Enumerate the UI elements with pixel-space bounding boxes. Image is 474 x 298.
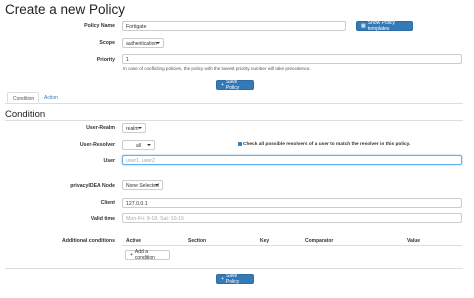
save-icon: + xyxy=(221,276,224,282)
valid-time-input[interactable]: Mon-Fri: 9-18, Sat: 10-15 xyxy=(122,213,462,223)
tab-action[interactable]: Action xyxy=(39,92,65,103)
scope-select[interactable]: authentication xyxy=(122,38,164,48)
priority-label: Priority xyxy=(96,57,115,63)
add-condition-label: Add a condition xyxy=(134,249,155,261)
privacyidea-node-select[interactable]: None Selected xyxy=(122,180,163,190)
page-title: Create a new Policy xyxy=(5,2,126,17)
user-resolver-label: User-Resolver xyxy=(79,142,115,148)
policy-name-input[interactable]: Fortigate xyxy=(122,21,346,31)
column-key: Key xyxy=(260,238,270,244)
user-input[interactable]: user1, user2 xyxy=(122,155,462,165)
client-label: Client xyxy=(100,200,115,206)
caret-down-icon xyxy=(155,184,159,186)
user-realm-label: User-Realm xyxy=(86,125,115,131)
show-policy-templates-button[interactable]: ▦ Show Policy templates xyxy=(356,20,413,32)
additional-conditions-label: Additional conditions xyxy=(61,238,115,244)
add-condition-button[interactable]: + Add a condition xyxy=(125,249,170,261)
user-resolver-select[interactable]: all xyxy=(122,140,155,150)
user-label: User xyxy=(103,158,115,164)
caret-down-icon xyxy=(156,42,160,44)
save-policy-button-bottom[interactable]: + Save Policy xyxy=(216,273,254,285)
caret-down-icon xyxy=(147,144,151,146)
table-header-divider xyxy=(122,245,462,246)
valid-time-label: Valid time xyxy=(90,216,115,222)
check-all-resolvers-checkbox[interactable] xyxy=(238,142,242,146)
templates-icon: ▦ xyxy=(361,23,366,29)
column-value: Value xyxy=(407,238,421,244)
save-policy-button-top[interactable]: + Save Policy xyxy=(216,79,254,91)
user-realm-select[interactable]: realm xyxy=(122,123,146,133)
tab-condition[interactable]: Condition xyxy=(7,92,39,103)
check-all-resolvers-label: Check all possible resolvers of a user t… xyxy=(243,142,411,147)
bottom-divider xyxy=(5,268,463,269)
condition-heading: Condition xyxy=(5,109,46,120)
save-policy-label: Save Policy xyxy=(225,273,240,285)
priority-help-text: In case of conflicting policies, the pol… xyxy=(123,66,311,71)
caret-down-icon xyxy=(138,127,142,129)
policy-name-label: Policy Name xyxy=(84,23,115,29)
plus-icon: + xyxy=(130,252,133,258)
show-policy-templates-label: Show Policy templates xyxy=(367,20,395,32)
user-resolver-value: all xyxy=(135,142,141,149)
privacyidea-node-value: None Selected xyxy=(126,182,159,189)
save-icon: + xyxy=(221,82,224,88)
column-section: Section xyxy=(188,238,207,244)
privacyidea-node-label: privacyIDEA Node xyxy=(70,183,115,189)
priority-input[interactable]: 1 xyxy=(122,54,462,64)
client-input[interactable]: 127.0.0.1 xyxy=(122,198,462,208)
column-active: Active xyxy=(126,238,142,244)
divider xyxy=(5,120,463,121)
scope-label: Scope xyxy=(99,40,115,46)
scope-value: authentication xyxy=(126,40,158,47)
policy-tabs: Condition Action xyxy=(5,92,463,104)
column-comparator: Comparator xyxy=(305,238,334,244)
user-realm-value: realm xyxy=(126,125,139,132)
save-policy-label: Save Policy xyxy=(225,79,240,91)
